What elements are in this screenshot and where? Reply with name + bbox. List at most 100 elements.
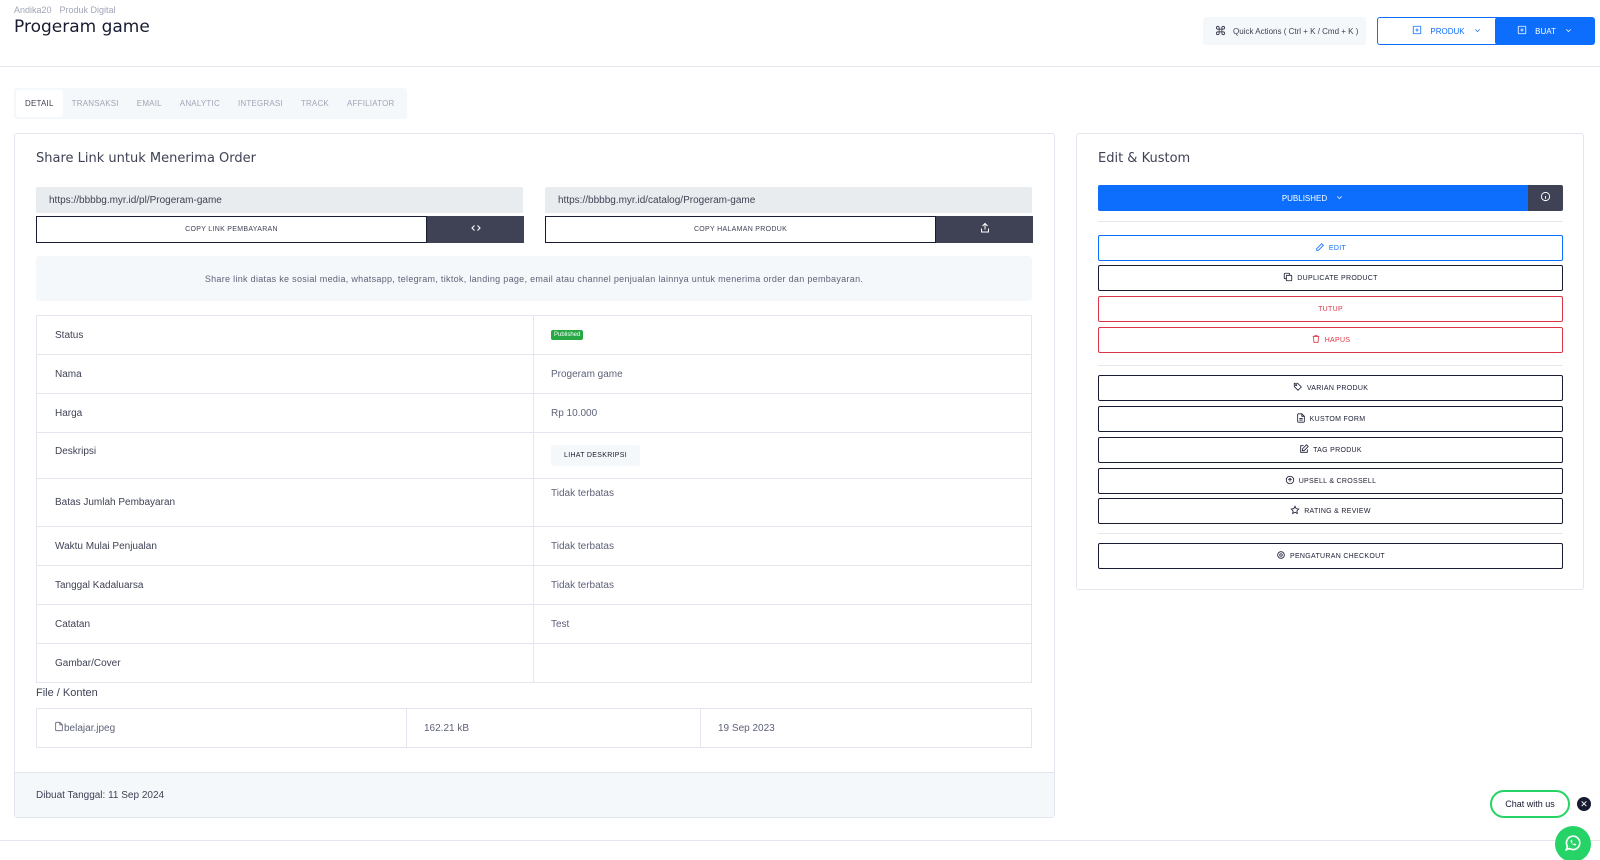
breadcrumb-item-store[interactable]: Andika20: [14, 5, 52, 15]
copy-payment-link-button[interactable]: COPY LINK PEMBAYARAN: [36, 216, 427, 243]
duplicate-label: DUPLICATE PRODUCT: [1297, 274, 1378, 282]
rating-label: RATING & REVIEW: [1304, 507, 1371, 515]
close-icon[interactable]: ✕: [1577, 797, 1591, 811]
tab-transaksi[interactable]: TRANSAKSI: [63, 90, 128, 117]
file-date: 19 Sep 2023: [718, 722, 775, 734]
product-tabs: DETAIL TRANSAKSI EMAIL ANALYTIC INTEGRAS…: [14, 88, 408, 119]
edit-kustom-card: Edit & Kustom PUBLISHED EDIT DUPLICATE P…: [1076, 133, 1584, 590]
tab-integrasi[interactable]: INTEGRASI: [229, 90, 292, 117]
hapus-button[interactable]: HAPUS: [1098, 327, 1563, 353]
gear-icon: [1276, 550, 1286, 562]
product-detail-card: Share Link untuk Menerima Order https://…: [14, 133, 1055, 818]
tanggal-label: Tanggal Kadaluarsa: [37, 566, 534, 604]
varian-label: VARIAN PRODUK: [1306, 384, 1369, 392]
plus-square-icon: [1517, 25, 1527, 37]
page-footer-divider: [0, 840, 1600, 841]
page-title: Progeram game: [14, 17, 150, 37]
pengaturan-checkout-button[interactable]: PENGATURAN CHECKOUT: [1098, 543, 1563, 569]
share-link-title: Share Link untuk Menerima Order: [36, 151, 256, 166]
plus-square-icon: [1412, 25, 1422, 37]
nama-value: Progeram game: [551, 368, 623, 380]
produk-label: PRODUK: [1430, 26, 1465, 36]
published-label: PUBLISHED: [1281, 193, 1328, 203]
hapus-label: HAPUS: [1324, 336, 1351, 344]
deskripsi-label: Deskripsi: [37, 433, 534, 478]
table-row: Batas Jumlah Pembayaran Tidak terbatas: [37, 479, 1031, 527]
share-button[interactable]: [936, 216, 1033, 243]
payment-link-field[interactable]: https://bbbbg.myr.id/pl/Progeram-game: [36, 187, 523, 213]
tab-email[interactable]: EMAIL: [128, 90, 171, 117]
status-label: Status: [37, 316, 534, 354]
rating-review-button[interactable]: RATING & REVIEW: [1098, 498, 1563, 524]
nama-label: Nama: [37, 355, 534, 393]
pencil-icon: [1315, 242, 1325, 254]
file-section-title: File / Konten: [36, 687, 98, 699]
tab-detail[interactable]: DETAIL: [16, 90, 63, 117]
star-icon: [1290, 505, 1300, 517]
file-name-cell[interactable]: belajar.jpeg: [37, 709, 407, 747]
harga-label: Harga: [37, 394, 534, 432]
waktu-label: Waktu Mulai Penjualan: [37, 527, 534, 565]
status-info-button[interactable]: [1528, 185, 1563, 211]
edit-square-icon: [1299, 444, 1309, 456]
file-name: belajar.jpeg: [64, 722, 116, 734]
table-row: Catatan Test: [37, 605, 1031, 644]
tag-produk-button[interactable]: TAG PRODUK: [1098, 437, 1563, 463]
catatan-value: Test: [551, 618, 570, 630]
table-row: Waktu Mulai Penjualan Tidak terbatas: [37, 527, 1031, 566]
chevron-down-icon: [1473, 26, 1482, 37]
embed-code-button[interactable]: [427, 216, 524, 243]
catatan-label: Catatan: [37, 605, 534, 643]
gambar-value: [534, 644, 1031, 682]
chat-with-us-bubble[interactable]: Chat with us: [1490, 790, 1570, 818]
trash-icon: [1311, 334, 1321, 346]
chevron-down-icon: [1335, 193, 1344, 204]
status-cell: Published: [534, 316, 1031, 354]
kustom-label: KUSTOM FORM: [1309, 415, 1366, 423]
gambar-label: Gambar/Cover: [37, 644, 534, 682]
copy-catalog-link-button[interactable]: COPY HALAMAN PRODUK: [545, 216, 936, 243]
file-icon: [54, 721, 64, 735]
card-footer: Dibuat Tanggal: 11 Sep 2024: [15, 772, 1054, 817]
tab-analytic[interactable]: ANALYTIC: [171, 90, 229, 117]
tag-icon: [1293, 382, 1303, 394]
code-icon: [470, 222, 482, 237]
varian-produk-button[interactable]: VARIAN PRODUK: [1098, 375, 1563, 401]
deskripsi-cell: LIHAT DESKRIPSI: [534, 433, 1031, 478]
table-row: Tanggal Kadaluarsa Tidak terbatas: [37, 566, 1031, 605]
tutup-button[interactable]: TUTUP: [1098, 296, 1563, 322]
buat-dropdown-button[interactable]: BUAT: [1495, 17, 1595, 45]
share-info-note: Share link diatas ke sosial media, whats…: [36, 256, 1032, 301]
tab-affiliator[interactable]: AFFILIATOR: [338, 90, 404, 117]
batas-value: Tidak terbatas: [551, 488, 614, 499]
batas-label: Batas Jumlah Pembayaran: [37, 479, 534, 526]
command-icon: [1215, 25, 1226, 38]
tanggal-value: Tidak terbatas: [551, 579, 614, 591]
file-size: 162.21 kB: [407, 709, 701, 747]
published-status-dropdown[interactable]: PUBLISHED: [1098, 185, 1528, 211]
duplicate-product-button[interactable]: DUPLICATE PRODUCT: [1098, 265, 1563, 291]
edit-button[interactable]: EDIT: [1098, 235, 1563, 261]
document-icon: [1296, 413, 1306, 425]
chevron-down-icon: [1564, 26, 1573, 37]
status-badge: Published: [551, 330, 584, 340]
whatsapp-icon: [1563, 833, 1583, 856]
catalog-link-field[interactable]: https://bbbbg.myr.id/catalog/Progeram-ga…: [545, 187, 1032, 213]
breadcrumb-item-produk-digital[interactable]: Produk Digital: [60, 5, 116, 15]
lihat-deskripsi-button[interactable]: LIHAT DESKRIPSI: [551, 445, 640, 466]
edit-kustom-title: Edit & Kustom: [1098, 151, 1191, 166]
whatsapp-button[interactable]: [1555, 826, 1591, 860]
table-row: Deskripsi LIHAT DESKRIPSI: [37, 433, 1031, 479]
buat-label: BUAT: [1535, 26, 1556, 36]
harga-value: Rp 10.000: [551, 407, 598, 419]
table-row: Nama Progeram game: [37, 355, 1031, 394]
arrow-up-circle-icon: [1285, 475, 1295, 487]
product-detail-table: Status Published Nama Progeram game Harg…: [36, 315, 1032, 683]
info-icon: [1540, 191, 1551, 205]
created-date: Dibuat Tanggal: 11 Sep 2024: [36, 789, 165, 801]
quick-actions-button[interactable]: Quick Actions ( Ctrl + K / Cmd + K ): [1203, 17, 1366, 45]
upsell-crossell-button[interactable]: UPSELL & CROSSELL: [1098, 468, 1563, 494]
tab-track[interactable]: TRACK: [292, 90, 338, 117]
divider: [1098, 533, 1563, 534]
kustom-form-button[interactable]: KUSTOM FORM: [1098, 406, 1563, 432]
